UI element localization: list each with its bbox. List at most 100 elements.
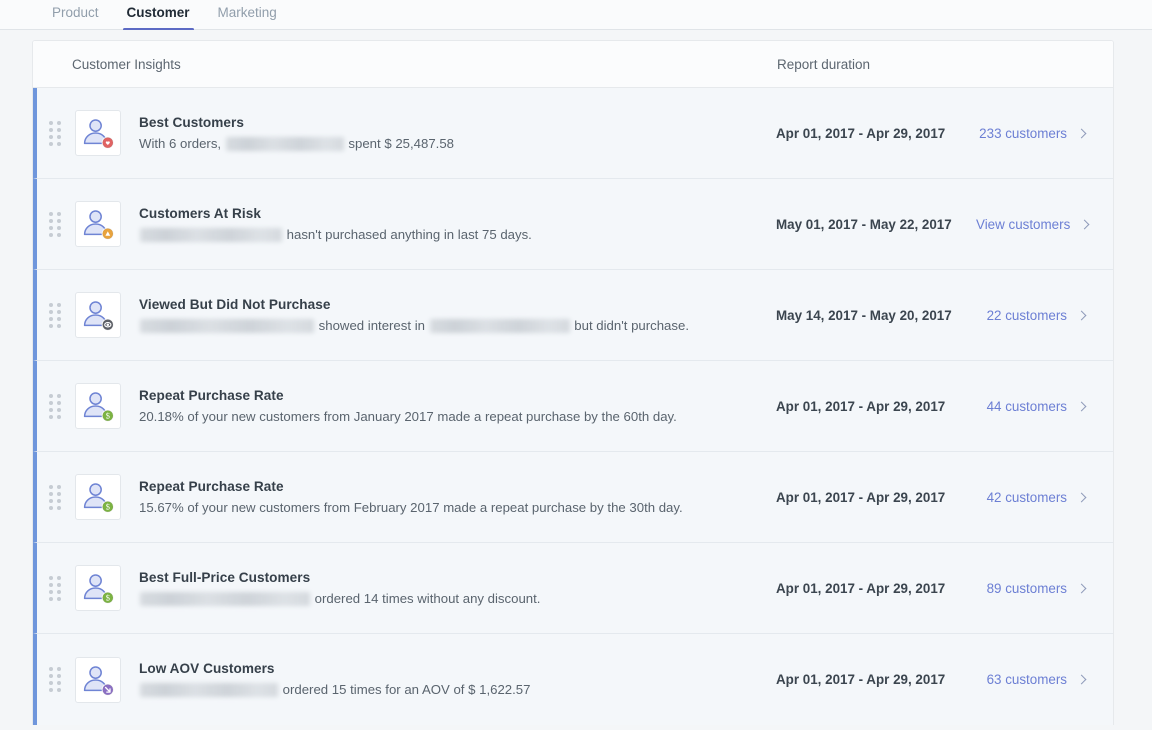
chevron-right-icon: [1080, 219, 1090, 229]
chevron-right-icon: [1077, 583, 1087, 593]
view-customers-label: 42 customers: [987, 490, 1067, 505]
row-description: showed interest in but didn't purchase.: [139, 317, 776, 335]
row-text-block: Low AOV Customers ordered 15 times for a…: [121, 660, 776, 699]
person-dollar-icon: $: [75, 474, 121, 520]
view-customers-link[interactable]: View customers: [976, 217, 1114, 232]
desc-text: With 6 orders,: [139, 136, 225, 151]
row-description: ordered 15 times for an AOV of $ 1,622.5…: [139, 681, 776, 699]
view-customers-link[interactable]: 22 customers: [976, 308, 1113, 323]
row-text-block: Viewed But Did Not Purchase showed inter…: [121, 296, 776, 335]
view-customers-link[interactable]: 63 customers: [976, 672, 1113, 687]
drag-handle[interactable]: [37, 121, 73, 146]
row-report-duration: May 14, 2017 - May 20, 2017: [776, 308, 976, 323]
row-report-duration: May 01, 2017 - May 22, 2017: [776, 217, 976, 232]
customer-insights-card: Customer Insights Report duration Best C…: [32, 40, 1114, 725]
view-customers-label: 89 customers: [987, 581, 1067, 596]
person-dollar-icon: $: [75, 383, 121, 429]
row-description: 15.67% of your new customers from Februa…: [139, 499, 776, 517]
tab-customer[interactable]: Customer: [113, 0, 204, 30]
table-row[interactable]: $ Repeat Purchase Rate 15.67% of your new …: [33, 452, 1113, 543]
svg-text:$: $: [106, 412, 110, 421]
row-text-block: Best Customers With 6 orders, spent $ 25,…: [121, 114, 776, 153]
row-report-duration: Apr 01, 2017 - Apr 29, 2017: [776, 399, 976, 414]
row-title: Low AOV Customers: [139, 660, 776, 678]
redacted-product: [430, 319, 570, 333]
person-heart-icon: [75, 110, 121, 156]
drag-handle[interactable]: [37, 485, 73, 510]
drag-handle[interactable]: [37, 576, 73, 601]
row-title: Repeat Purchase Rate: [139, 478, 776, 496]
table-row[interactable]: Best Customers With 6 orders, spent $ 25,…: [33, 88, 1113, 179]
drag-dots-icon: [49, 667, 61, 692]
page-canvas: Customer Insights Report duration Best C…: [0, 30, 1152, 730]
chevron-right-icon: [1077, 128, 1087, 138]
chevron-right-icon: [1077, 310, 1087, 320]
table-row[interactable]: $ Repeat Purchase Rate 20.18% of your new …: [33, 361, 1113, 452]
drag-dots-icon: [49, 576, 61, 601]
chevron-right-icon: [1077, 492, 1087, 502]
view-customers-link[interactable]: 42 customers: [976, 490, 1113, 505]
row-report-duration: Apr 01, 2017 - Apr 29, 2017: [776, 581, 976, 596]
row-title: Best Full-Price Customers: [139, 569, 776, 587]
redacted-email: [140, 228, 282, 242]
row-text-block: Repeat Purchase Rate 15.67% of your new c…: [121, 478, 776, 517]
table-row[interactable]: Low AOV Customers ordered 15 times for a…: [33, 634, 1113, 725]
drag-handle[interactable]: [37, 303, 73, 328]
table-row[interactable]: $ Best Full-Price Customers ordered 14 ti…: [33, 543, 1113, 634]
chevron-right-icon: [1077, 401, 1087, 411]
drag-dots-icon: [49, 485, 61, 510]
table-row[interactable]: Viewed But Did Not Purchase showed inter…: [33, 270, 1113, 361]
drag-dots-icon: [49, 121, 61, 146]
row-title: Viewed But Did Not Purchase: [139, 296, 776, 314]
row-text-block: Customers At Risk hasn't purchased anyth…: [121, 205, 776, 244]
row-description: hasn't purchased anything in last 75 day…: [139, 226, 776, 244]
desc-text: but didn't purchase.: [571, 318, 689, 333]
row-description: 20.18% of your new customers from Januar…: [139, 408, 776, 426]
view-customers-link[interactable]: 44 customers: [976, 399, 1113, 414]
row-title: Repeat Purchase Rate: [139, 387, 776, 405]
view-customers-link[interactable]: 89 customers: [976, 581, 1113, 596]
desc-text: ordered 14 times without any discount.: [311, 591, 540, 606]
row-report-duration: Apr 01, 2017 - Apr 29, 2017: [776, 490, 976, 505]
drag-dots-icon: [49, 303, 61, 328]
drag-handle[interactable]: [37, 394, 73, 419]
row-text-block: Repeat Purchase Rate 20.18% of your new c…: [121, 387, 776, 426]
svg-text:$: $: [106, 503, 110, 512]
row-report-duration: Apr 01, 2017 - Apr 29, 2017: [776, 672, 976, 687]
person-eye-icon: [75, 292, 121, 338]
tab-product[interactable]: Product: [38, 0, 113, 30]
row-title: Customers At Risk: [139, 205, 776, 223]
redacted-email: [226, 137, 344, 151]
drag-handle[interactable]: [37, 667, 73, 692]
view-customers-label: 63 customers: [987, 672, 1067, 687]
redacted-email: [140, 683, 278, 697]
insights-row-list: Best Customers With 6 orders, spent $ 25,…: [33, 88, 1113, 725]
drag-dots-icon: [49, 212, 61, 237]
tab-marketing[interactable]: Marketing: [204, 0, 291, 30]
drag-handle[interactable]: [37, 212, 73, 237]
desc-text: 20.18% of your new customers from Januar…: [139, 409, 677, 424]
view-customers-label: View customers: [976, 217, 1070, 232]
desc-text: 15.67% of your new customers from Februa…: [139, 500, 683, 515]
chevron-right-icon: [1077, 675, 1087, 685]
desc-text: spent $ 25,487.58: [345, 136, 454, 151]
view-customers-label: 22 customers: [987, 308, 1067, 323]
row-report-duration: Apr 01, 2017 - Apr 29, 2017: [776, 126, 976, 141]
desc-text: ordered 15 times for an AOV of $ 1,622.5…: [279, 682, 530, 697]
svg-text:$: $: [106, 594, 110, 603]
person-dollar-icon: $: [75, 565, 121, 611]
redacted-email: [140, 319, 314, 333]
view-customers-label: 233 customers: [979, 126, 1067, 141]
row-description: With 6 orders, spent $ 25,487.58: [139, 135, 776, 153]
desc-text: showed interest in: [315, 318, 429, 333]
table-row[interactable]: Customers At Risk hasn't purchased anyth…: [33, 179, 1113, 270]
person-arrow-down-icon: [75, 657, 121, 703]
column-header-insights: Customer Insights: [33, 57, 769, 72]
row-title: Best Customers: [139, 114, 776, 132]
view-customers-link[interactable]: 233 customers: [976, 126, 1113, 141]
top-tabbar: Product Customer Marketing: [0, 0, 1152, 30]
desc-text: hasn't purchased anything in last 75 day…: [283, 227, 532, 242]
column-header-duration: Report duration: [769, 57, 1113, 72]
row-description: ordered 14 times without any discount.: [139, 590, 776, 608]
drag-dots-icon: [49, 394, 61, 419]
